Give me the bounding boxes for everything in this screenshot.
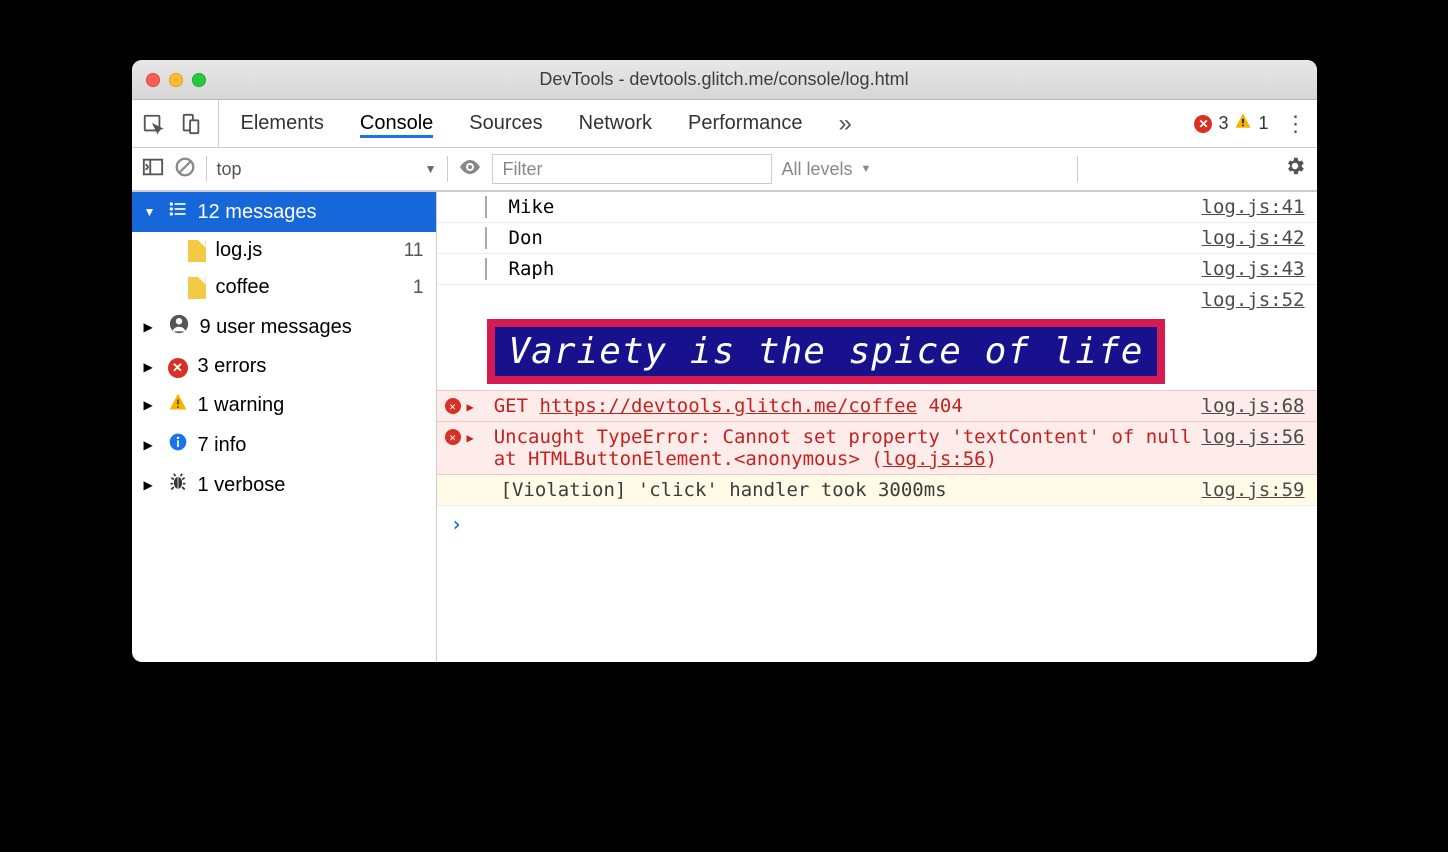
chevron-right-icon: ▶ — [144, 398, 158, 412]
bug-icon — [168, 472, 188, 498]
styled-log-content: Variety is the spice of life — [437, 315, 1317, 384]
sidebar-verbose[interactable]: ▶ 1 verbose — [132, 465, 436, 505]
console-output: Mike log.js:41 Don log.js:42 Raph log.js… — [437, 192, 1317, 662]
source-link[interactable]: log.js:56 — [1202, 426, 1305, 448]
context-selector[interactable]: top ▼ — [217, 159, 437, 180]
chevron-right-icon: ▶ — [144, 438, 158, 452]
traffic-lights — [146, 73, 206, 87]
tab-performance[interactable]: Performance — [688, 112, 803, 135]
prompt-icon: › — [451, 512, 463, 536]
log-row-error[interactable]: ✕ ▶ GET https://devtools.glitch.me/coffe… — [437, 390, 1317, 422]
console-toolbar: top ▼ All levels ▼ — [132, 148, 1317, 192]
request-url[interactable]: https://devtools.glitch.me/coffee — [540, 395, 918, 417]
log-levels-selector[interactable]: All levels ▼ — [782, 159, 872, 180]
console-prompt[interactable]: › — [437, 506, 1317, 542]
menu-kebab-icon[interactable]: ⋮ — [1285, 111, 1307, 137]
log-row-violation[interactable]: [Violation] 'click' handler took 3000ms … — [437, 475, 1317, 506]
live-expression-icon[interactable] — [458, 155, 482, 184]
error-icon: ✕ — [168, 355, 188, 378]
close-icon[interactable] — [146, 73, 160, 87]
chevron-right-icon: ▶ — [144, 360, 158, 374]
tab-elements[interactable]: Elements — [241, 112, 324, 135]
chevron-down-icon: ▼ — [861, 163, 872, 175]
tab-console[interactable]: Console — [360, 109, 433, 138]
sidebar-file-logjs[interactable]: log.js 11 — [132, 232, 436, 269]
chevron-down-icon: ▼ — [425, 162, 437, 176]
chevron-right-icon[interactable]: ▶ — [467, 431, 474, 445]
log-row-styled[interactable]: log.js:52 — [437, 285, 1317, 315]
messages-label: 12 messages — [198, 201, 317, 224]
chevron-right-icon: ▶ — [144, 320, 158, 334]
sidebar-file-coffee[interactable]: coffee 1 — [132, 269, 436, 306]
device-toggle-icon[interactable] — [180, 113, 202, 135]
maximize-icon[interactable] — [192, 73, 206, 87]
info-icon — [168, 432, 188, 458]
sidebar-info[interactable]: ▶ 7 info — [132, 425, 436, 465]
tabs-overflow-icon[interactable]: » — [839, 110, 852, 138]
log-row[interactable]: Don log.js:42 — [437, 223, 1317, 254]
stack-link[interactable]: log.js:56 — [883, 448, 986, 470]
file-icon — [188, 240, 206, 262]
context-label: top — [217, 159, 242, 180]
minimize-icon[interactable] — [169, 73, 183, 87]
tab-network[interactable]: Network — [579, 112, 652, 135]
user-icon — [168, 313, 190, 341]
error-icon: ✕ — [445, 398, 461, 414]
window-title: DevTools - devtools.glitch.me/console/lo… — [146, 69, 1303, 90]
settings-gear-icon[interactable] — [1284, 155, 1306, 183]
chevron-right-icon: ▶ — [144, 478, 158, 492]
source-link[interactable]: log.js:52 — [1202, 289, 1305, 311]
error-icon: ✕ — [445, 429, 461, 445]
error-badge-icon[interactable]: ✕ — [1194, 115, 1212, 133]
source-link[interactable]: log.js:59 — [1202, 479, 1305, 501]
error-count: 3 — [1218, 113, 1228, 134]
sidebar-warnings[interactable]: ▶ 1 warning — [132, 385, 436, 425]
log-row[interactable]: Mike log.js:41 — [437, 192, 1317, 223]
warning-count: 1 — [1258, 113, 1268, 134]
log-row[interactable]: Raph log.js:43 — [437, 254, 1317, 285]
warning-icon — [168, 392, 188, 418]
list-icon — [168, 199, 188, 225]
console-sidebar: ▼ 12 messages log.js 11 coffee 1 ▶ 9 use… — [132, 192, 437, 662]
warning-badge-icon[interactable] — [1234, 112, 1252, 135]
chevron-down-icon: ▼ — [144, 205, 158, 219]
source-link[interactable]: log.js:68 — [1202, 395, 1305, 417]
sidebar-errors[interactable]: ▶ ✕ 3 errors — [132, 348, 436, 385]
tabbar: Elements Console Sources Network Perform… — [132, 100, 1317, 148]
devtools-window: DevTools - devtools.glitch.me/console/lo… — [132, 60, 1317, 662]
tab-sources[interactable]: Sources — [469, 112, 542, 135]
inspect-icon[interactable] — [142, 113, 164, 135]
sidebar-user-messages[interactable]: ▶ 9 user messages — [132, 306, 436, 348]
source-link[interactable]: log.js:43 — [1202, 258, 1305, 280]
source-link[interactable]: log.js:41 — [1202, 196, 1305, 218]
sidebar-messages[interactable]: ▼ 12 messages — [132, 192, 436, 232]
toggle-sidebar-icon[interactable] — [142, 156, 164, 183]
filter-input[interactable] — [492, 154, 772, 184]
titlebar: DevTools - devtools.glitch.me/console/lo… — [132, 60, 1317, 100]
clear-console-icon[interactable] — [174, 156, 196, 183]
source-link[interactable]: log.js:42 — [1202, 227, 1305, 249]
log-row-error[interactable]: ✕ ▶ Uncaught TypeError: Cannot set prope… — [437, 422, 1317, 475]
chevron-right-icon[interactable]: ▶ — [467, 400, 474, 414]
file-icon — [188, 277, 206, 299]
